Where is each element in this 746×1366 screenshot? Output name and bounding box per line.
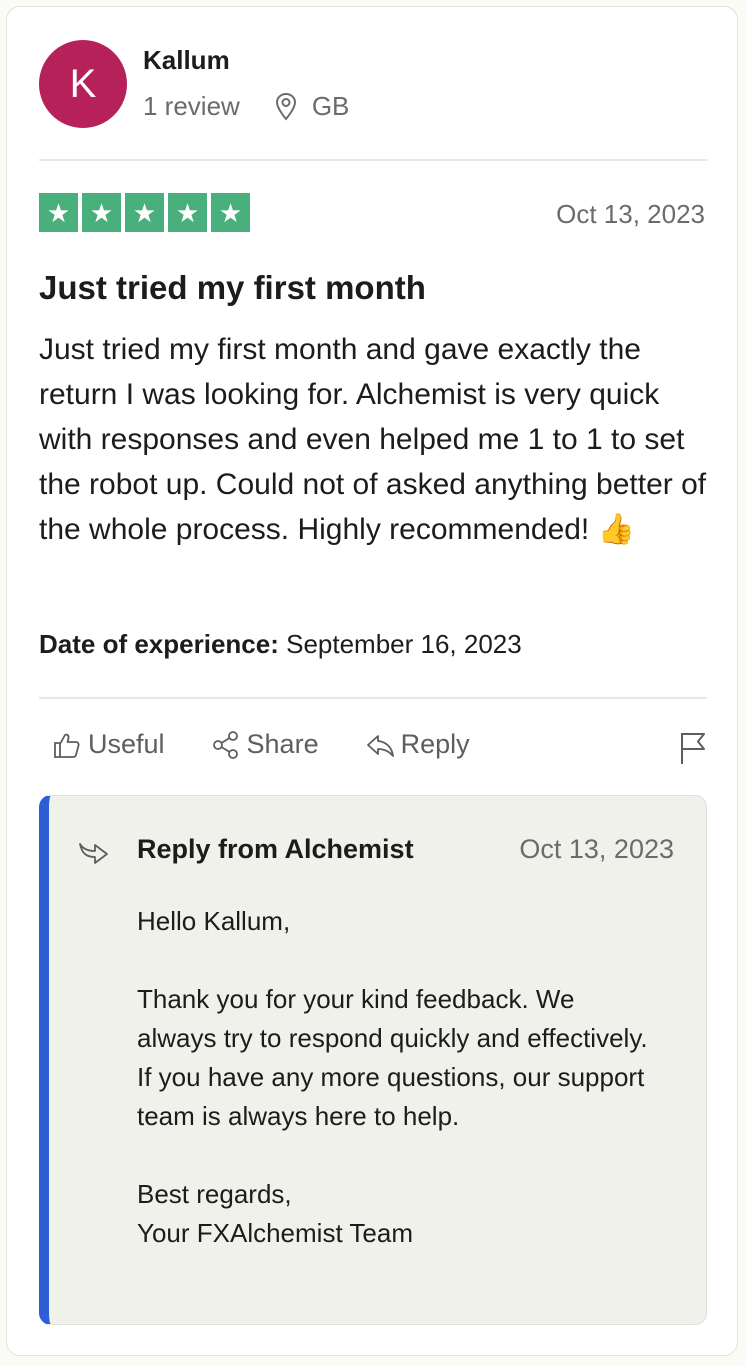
- star-icon: ★: [211, 193, 250, 232]
- reply-forward-icon: [79, 843, 108, 864]
- review-actions: Useful Share Reply: [52, 729, 516, 760]
- star-icon: ★: [39, 193, 78, 232]
- location-pin-icon: [274, 92, 298, 122]
- reviewer-name[interactable]: Kallum: [143, 45, 230, 76]
- reply-text: Thank you for your kind feedback. We alw…: [137, 984, 648, 1131]
- divider: [39, 697, 707, 699]
- review-count: 1 review: [143, 91, 240, 121]
- share-label: Share: [246, 729, 319, 759]
- star-icon: ★: [82, 193, 121, 232]
- experience-date: September 16, 2023: [286, 629, 522, 659]
- reply-button[interactable]: Reply: [365, 729, 470, 760]
- useful-label: Useful: [88, 729, 165, 759]
- reply-arrow-icon: [366, 734, 394, 757]
- share-button[interactable]: Share: [211, 729, 319, 760]
- useful-button[interactable]: Useful: [52, 729, 165, 760]
- flag-icon: [681, 733, 705, 764]
- star-icon: ★: [125, 193, 164, 232]
- date-of-experience: Date of experience: September 16, 2023: [39, 629, 522, 660]
- company-reply: Reply from Alchemist Oct 13, 2023 Hello …: [39, 795, 707, 1325]
- experience-label: Date of experience:: [39, 629, 279, 659]
- reply-closing: Best regards,: [137, 1179, 292, 1209]
- reviewer-country: GB: [311, 91, 350, 121]
- thumbs-up-icon: [54, 733, 80, 758]
- review-title[interactable]: Just tried my first month: [39, 269, 426, 307]
- reply-message: Hello Kallum, Thank you for your kind fe…: [137, 902, 657, 1253]
- reply-greeting: Hello Kallum,: [137, 906, 291, 936]
- star-rating: ★ ★ ★ ★ ★: [39, 193, 250, 232]
- share-icon: [212, 730, 238, 759]
- review-date: Oct 13, 2023: [556, 199, 705, 229]
- reply-date: Oct 13, 2023: [519, 834, 674, 864]
- review-card: K Kallum 1 review GB ★ ★ ★ ★ ★ Oct 13, 2…: [6, 6, 738, 1356]
- reply-signature: Your FXAlchemist Team: [137, 1218, 414, 1248]
- divider: [39, 159, 707, 161]
- star-icon: ★: [168, 193, 207, 232]
- avatar[interactable]: K: [39, 40, 127, 128]
- review-text: Just tried my first month and gave exact…: [39, 333, 707, 546]
- reviewer-meta: 1 review GB: [143, 91, 349, 122]
- reply-from: Reply from Alchemist: [137, 834, 414, 864]
- report-flag-button[interactable]: [679, 731, 707, 770]
- reply-label: Reply: [400, 729, 470, 759]
